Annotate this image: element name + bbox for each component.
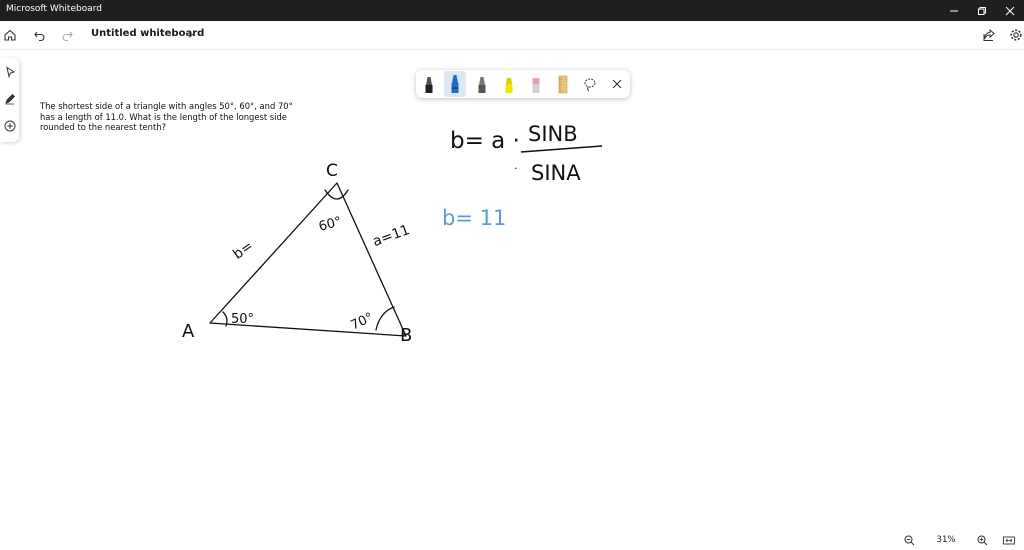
angle-arc-b (375, 306, 395, 331)
zoom-in-button[interactable] (974, 532, 990, 548)
formula-lhs: b= a · (450, 128, 520, 154)
angle-a-label: 50° (231, 312, 254, 327)
chevron-down-icon (185, 32, 195, 38)
triangle-labels: A B C 50° 70° 60° a=11 b= (182, 161, 412, 346)
blue-result: b= 11 (442, 206, 506, 230)
side-a-label: a=11 (371, 222, 412, 250)
redo-icon (62, 31, 73, 42)
formula-denominator: SINA (531, 161, 581, 185)
zoom-out-button[interactable] (901, 532, 917, 548)
close-icon (1005, 6, 1015, 15)
share-icon (983, 28, 995, 41)
share-button[interactable] (981, 27, 997, 43)
zoom-in-icon (977, 535, 987, 545)
fraction-bar (520, 145, 603, 153)
angle-b-label: 70° (349, 310, 376, 333)
close-window-button[interactable] (993, 0, 1024, 21)
redo-button[interactable] (59, 27, 75, 43)
formula-numerator: SINB (528, 122, 578, 146)
minimize-icon (950, 10, 958, 11)
gear-icon (1010, 29, 1022, 41)
zoom-level: 31% (936, 535, 956, 545)
side-b-label: b= (230, 238, 256, 263)
fit-screen-icon (1003, 536, 1015, 544)
home-icon (4, 29, 16, 41)
formula-dot: · (514, 162, 518, 175)
vertex-a-label: A (182, 321, 195, 342)
vertex-b-label: B (400, 325, 412, 346)
restore-icon (978, 6, 986, 15)
angle-arc-c (324, 189, 349, 200)
zoom-out-icon (904, 535, 914, 545)
title-bar: Microsoft Whiteboard (0, 0, 1024, 21)
app-toolbar: Untitled whiteboard (0, 21, 1024, 50)
undo-icon (34, 31, 45, 42)
fit-to-screen-button[interactable] (1001, 532, 1017, 548)
app-title: Microsoft Whiteboard (6, 4, 102, 14)
title-dropdown-button[interactable] (182, 27, 198, 43)
formula: b= a · SINB · SINA (450, 122, 603, 185)
whiteboard-canvas[interactable]: A B C 50° 70° 60° a=11 b= b= a · SINB · … (0, 49, 1024, 529)
settings-button[interactable] (1008, 27, 1024, 43)
angle-c-label: 60° (317, 214, 343, 234)
zoom-bar: 31% (899, 530, 1024, 550)
vertex-c-label: C (326, 161, 338, 181)
undo-button[interactable] (32, 27, 48, 43)
home-button[interactable] (2, 27, 18, 43)
